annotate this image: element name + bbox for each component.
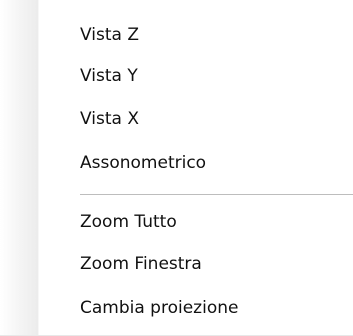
menu-item-assonometrico[interactable]: Assonometrico (0, 142, 353, 184)
menu-separator-highlight (80, 195, 353, 196)
menu-item-zoom-tutto[interactable]: Zoom Tutto (0, 201, 353, 243)
menu-item-vista-x[interactable]: Vista X (0, 98, 353, 140)
menu-item-zoom-finestra[interactable]: Zoom Finestra (0, 243, 353, 285)
context-menu: Vista Z Vista Y Vista X Assonometrico Zo… (0, 0, 353, 336)
menu-item-vista-z[interactable]: Vista Z (0, 14, 353, 56)
menu-item-cambia-proiezione[interactable]: Cambia proiezione (0, 287, 353, 329)
menu-item-vista-y[interactable]: Vista Y (0, 55, 353, 97)
